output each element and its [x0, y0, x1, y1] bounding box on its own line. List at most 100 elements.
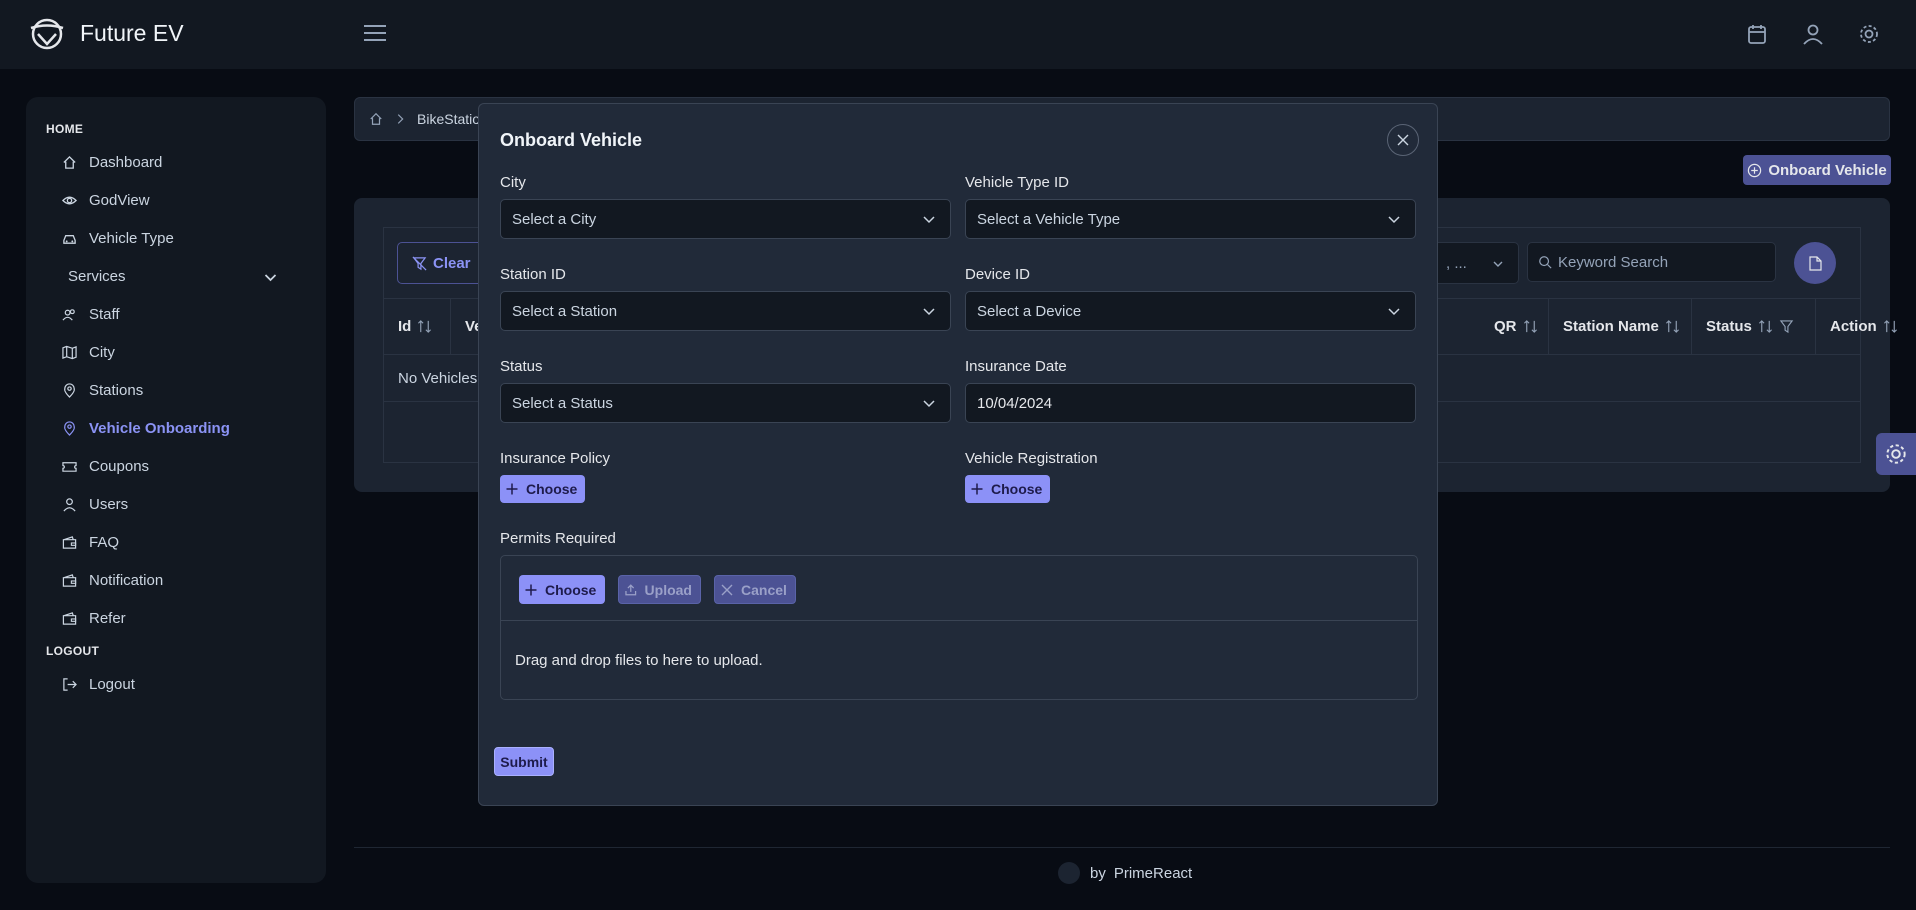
- config-button[interactable]: [1876, 433, 1916, 475]
- sidebar-item-stations[interactable]: Stations: [26, 371, 326, 409]
- car-icon: [63, 234, 76, 244]
- gear-icon[interactable]: [1857, 22, 1881, 46]
- chevron-down-icon: [264, 274, 277, 282]
- column-header-action[interactable]: Action: [1816, 299, 1912, 354]
- dialog-title: Onboard Vehicle: [500, 130, 643, 150]
- future-ev-logo-icon: [30, 18, 64, 50]
- home-icon[interactable]: [369, 112, 383, 126]
- upload-icon: [625, 583, 637, 595]
- sidebar-item-notification[interactable]: Notification: [26, 561, 326, 599]
- plus-icon: [971, 483, 983, 495]
- calendar-icon[interactable]: [1745, 22, 1769, 46]
- breadcrumb-item[interactable]: BikeStatio: [417, 111, 480, 127]
- onboard-vehicle-label: Onboard Vehicle: [1768, 161, 1887, 179]
- upload-toolbar: Choose Upload Cancel: [501, 556, 1417, 621]
- sidebar-item-vehicle-type[interactable]: Vehicle Type: [26, 219, 326, 257]
- user-icon[interactable]: [1801, 22, 1825, 46]
- sidebar-item-faq[interactable]: FAQ: [26, 523, 326, 561]
- sidebar-item-label: City: [89, 343, 115, 361]
- sidebar-item-label: Coupons: [89, 457, 150, 475]
- device-label: Device ID: [965, 266, 1031, 283]
- sidebar-item-users[interactable]: Users: [26, 485, 326, 523]
- permits-cancel-button[interactable]: Cancel: [714, 575, 796, 604]
- vehicle-type-label: Vehicle Type ID: [965, 174, 1069, 191]
- insurance-date-input[interactable]: 10/04/2024: [965, 383, 1416, 423]
- drop-zone-text[interactable]: Drag and drop files to here to upload.: [515, 652, 763, 669]
- sidebar-item-label: FAQ: [89, 533, 120, 551]
- column-header-station-name[interactable]: Station Name: [1549, 299, 1692, 354]
- station-dropdown[interactable]: Select a Station: [500, 291, 951, 331]
- filter-icon[interactable]: [1779, 319, 1794, 334]
- file-icon: [1808, 255, 1822, 271]
- column-header-id[interactable]: Id: [384, 299, 451, 354]
- device-dropdown[interactable]: Select a Device: [965, 291, 1416, 331]
- close-icon: [1397, 134, 1409, 146]
- filter-slash-icon: [412, 256, 427, 270]
- map-marker-icon: [64, 382, 75, 398]
- chevron-down-icon: [1388, 308, 1400, 316]
- station-placeholder: Select a Station: [512, 302, 618, 320]
- chevron-down-icon: [923, 216, 935, 224]
- eye-icon: [62, 196, 77, 204]
- submit-button[interactable]: Submit: [494, 747, 554, 776]
- sidebar-item-coupons[interactable]: Coupons: [26, 447, 326, 485]
- sidebar-item-city[interactable]: City: [26, 333, 326, 371]
- keyword-search-input[interactable]: Keyword Search: [1527, 242, 1776, 282]
- permits-choose-button[interactable]: Choose: [519, 575, 605, 604]
- column-header-label: Action: [1830, 318, 1877, 335]
- wallet-icon: [62, 535, 77, 549]
- sidebar-item-dashboard[interactable]: Dashboard: [26, 143, 326, 181]
- plus-icon: [525, 584, 537, 595]
- column-select-value: , ...: [1446, 254, 1467, 272]
- footer-by: by: [1090, 864, 1106, 882]
- sidebar-item-label: Logout: [89, 675, 135, 693]
- sidebar-item-label: GodView: [89, 191, 150, 209]
- permits-upload-button[interactable]: Upload: [618, 575, 701, 604]
- sidebar: HOME Dashboard GodView Vehicle Type Serv…: [26, 97, 326, 883]
- sidebar-item-staff[interactable]: Staff: [26, 295, 326, 333]
- choose-label: Choose: [991, 481, 1043, 497]
- column-header-label: Station Name: [1563, 318, 1659, 335]
- sidebar-item-services[interactable]: Services: [26, 257, 326, 295]
- home-icon: [63, 155, 76, 169]
- sidebar-item-refer[interactable]: Refer: [26, 599, 326, 637]
- sidebar-item-vehicle-onboarding[interactable]: Vehicle Onboarding: [26, 409, 326, 447]
- ticket-icon: [62, 461, 77, 472]
- vehicle-type-dropdown[interactable]: Select a Vehicle Type: [965, 199, 1416, 239]
- onboard-vehicle-button[interactable]: Onboard Vehicle: [1743, 155, 1891, 185]
- footer-brand: PrimeReact: [1113, 864, 1193, 882]
- sidebar-item-label: Refer: [89, 609, 126, 627]
- search-icon: [1539, 256, 1552, 269]
- hamburger-menu-icon[interactable]: [364, 23, 386, 43]
- plus-icon: [506, 483, 518, 495]
- sort-icon: [418, 320, 432, 333]
- clear-filter-button[interactable]: Clear: [397, 242, 487, 284]
- insurance-policy-choose-button[interactable]: Choose: [500, 475, 586, 503]
- status-dropdown[interactable]: Select a Status: [500, 383, 951, 423]
- map-icon: [62, 345, 77, 359]
- sidebar-item-godview[interactable]: GodView: [26, 181, 326, 219]
- sidebar-item-logout[interactable]: Logout: [26, 665, 326, 703]
- export-button[interactable]: [1794, 242, 1836, 284]
- close-button[interactable]: [1387, 124, 1419, 156]
- wallet-icon: [62, 573, 77, 587]
- gear-icon: [1886, 444, 1906, 464]
- insurance-date-value: 10/04/2024: [977, 394, 1053, 412]
- users-icon: [62, 308, 75, 321]
- city-dropdown[interactable]: Select a City: [500, 199, 951, 239]
- clear-label: Clear: [433, 254, 471, 272]
- sort-icon: [1758, 320, 1772, 333]
- device-placeholder: Select a Device: [977, 302, 1082, 320]
- sidebar-item-label: Vehicle Type: [89, 229, 174, 247]
- city-label: City: [500, 174, 526, 191]
- column-header-label: Id: [398, 318, 412, 335]
- status-label: Status: [500, 358, 543, 375]
- column-header-qr[interactable]: QR: [1434, 299, 1549, 354]
- column-header-status[interactable]: Status: [1692, 299, 1816, 354]
- sort-icon: [1523, 320, 1537, 333]
- vehicle-registration-choose-button[interactable]: Choose: [965, 475, 1051, 503]
- search-placeholder: Keyword Search: [1558, 253, 1669, 271]
- sidebar-item-label: Dashboard: [89, 153, 163, 171]
- vehicle-registration-label: Vehicle Registration: [965, 450, 1098, 467]
- sort-icon: [1665, 320, 1679, 333]
